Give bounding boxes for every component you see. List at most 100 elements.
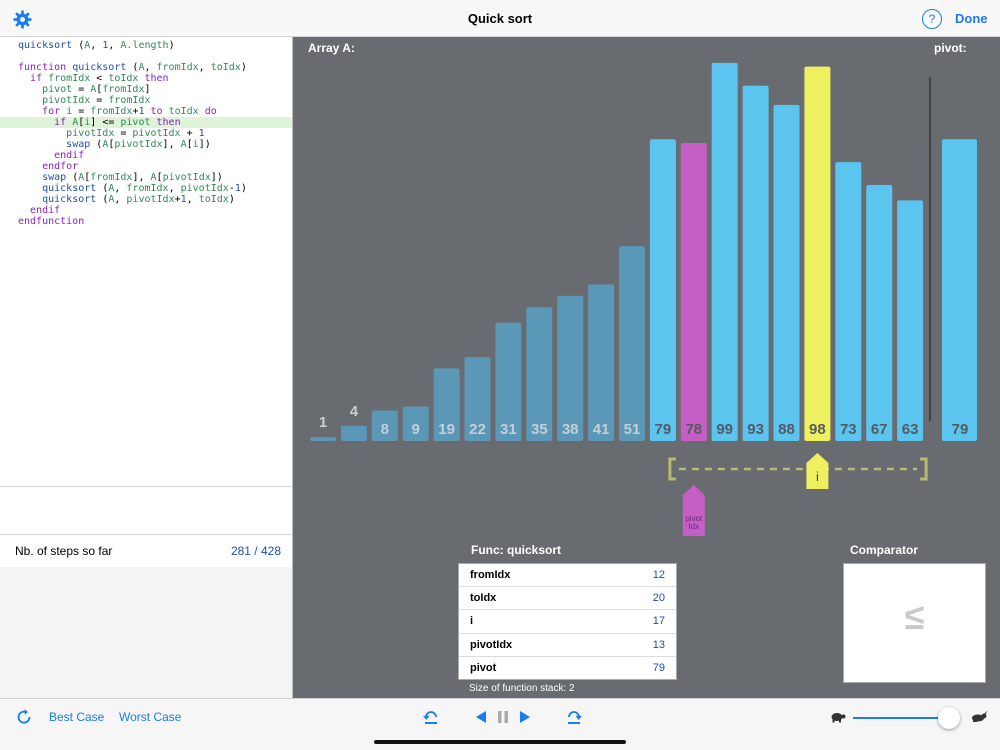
code-token: + — [186, 128, 199, 139]
code-token: = — [78, 84, 91, 95]
code-token: endif — [54, 150, 85, 161]
code-token: if — [30, 73, 49, 84]
array-bar — [619, 246, 645, 441]
visualization-area: Array A: pivot: i pivot Idx 1 4 8 9 19 22 31 35 38… — [293, 37, 1000, 698]
refresh-icon[interactable] — [15, 708, 33, 726]
code-line: swap (A[pivotIdx], A[i]) — [0, 139, 292, 150]
code-token: fromIdx — [90, 106, 133, 117]
array-bar — [866, 185, 893, 441]
code-token: ], — [162, 139, 181, 150]
bar-value: 1 — [318, 414, 328, 432]
pivot-bar — [942, 139, 977, 441]
variable-row: pivot 79 — [459, 657, 676, 680]
variable-value: 20 — [652, 592, 665, 605]
code-token: ]) — [198, 139, 211, 150]
bar-value: 51 — [623, 421, 641, 438]
pivot-idx-marker-label: Idx — [688, 522, 699, 531]
array-bar — [340, 425, 367, 441]
stack-size-label: Size of function stack: 2 — [469, 683, 575, 694]
code-token: quicksort — [18, 40, 79, 51]
comparator-symbol: ≤ — [904, 596, 925, 637]
array-bar — [804, 66, 831, 441]
code-token: ) — [228, 194, 235, 205]
rabbit-icon — [972, 710, 988, 722]
code-token: pivotIdx — [42, 95, 97, 106]
code-token: function — [18, 62, 73, 73]
bar-value: 8 — [380, 421, 389, 438]
code-token: pivot — [42, 84, 79, 95]
code-token: fromIdx — [48, 73, 97, 84]
play-icon[interactable] — [519, 710, 531, 724]
code-token: ) — [168, 40, 175, 51]
function-variables-table: fromIdx 12 toIdx 20 i 17 pivotIdx 13 pivot 79 — [458, 563, 677, 680]
worst-case-button[interactable]: Worst Case — [119, 710, 181, 724]
done-button[interactable]: Done — [955, 11, 988, 26]
code-line: quicksort (A, fromIdx, pivotIdx-1) — [0, 183, 292, 194]
code-line: pivotIdx = pivotIdx + 1 — [0, 128, 292, 139]
code-token: , — [186, 194, 199, 205]
bottom-toolbar: Best Case Worst Case — [0, 698, 1000, 750]
empty-panel — [0, 567, 292, 698]
code-token: quicksort — [42, 183, 103, 194]
variable-value: 12 — [652, 569, 665, 581]
turtle-icon — [831, 713, 846, 723]
code-token: , — [114, 194, 127, 205]
variable-name: pivotIdx — [470, 638, 513, 651]
undo-step-icon[interactable] — [422, 708, 440, 726]
navigation-bar: Quick sort ? Done — [0, 0, 1000, 37]
code-line: if fromIdx < toIdx then — [0, 73, 292, 84]
bar-value: 99 — [716, 421, 734, 438]
bar-value: 88 — [778, 421, 795, 438]
code-token: quicksort — [42, 194, 103, 205]
bar-value: 98 — [809, 421, 826, 438]
code-line: quicksort (A, pivotIdx+1, toIdx) — [0, 194, 292, 205]
i-marker-label: i — [816, 469, 819, 484]
code-token: fromIdx — [126, 183, 169, 194]
code-token: = — [120, 128, 133, 139]
redo-step-icon[interactable] — [565, 708, 583, 726]
code-token: A.length — [120, 40, 169, 51]
code-token: 1 — [138, 106, 151, 117]
code-token: toIdx — [168, 106, 205, 117]
code-token: swap — [66, 139, 97, 150]
best-case-button[interactable]: Best Case — [49, 710, 104, 724]
bar-value: 79 — [654, 421, 672, 438]
steps-counter: Nb. of steps so far 281 / 428 — [0, 534, 292, 568]
bar-value: 67 — [870, 421, 888, 438]
code-token: pivotIdx — [180, 183, 229, 194]
range-bracket-right — [920, 457, 928, 481]
code-panel: quicksort (A, 1, A.length) function quic… — [0, 37, 293, 698]
bar-value: 9 — [411, 421, 420, 438]
code-token: ]) — [210, 172, 223, 183]
code-token: ) — [240, 62, 247, 73]
page-title: Quick sort — [467, 11, 533, 26]
speed-slider-thumb[interactable] — [938, 707, 960, 729]
variable-name: pivot — [470, 661, 497, 674]
code-token: pivot — [120, 117, 157, 128]
range-bracket-left — [668, 457, 676, 481]
variable-value: 13 — [652, 638, 665, 651]
code-token: do — [204, 106, 217, 117]
speed-slider-track[interactable] — [853, 717, 948, 719]
code-token: , — [144, 62, 157, 73]
code-token: fromIdx — [90, 172, 133, 183]
bar-value: 63 — [901, 421, 919, 438]
code-token: toIdx — [210, 62, 241, 73]
code-token: ], — [132, 172, 151, 183]
question-mark-circle-icon[interactable]: ? — [922, 9, 942, 29]
array-bar — [711, 62, 738, 441]
code-token: ) — [240, 183, 247, 194]
code-token: , — [108, 40, 121, 51]
pause-icon[interactable] — [497, 710, 509, 724]
play-backward-icon[interactable] — [475, 710, 487, 724]
function-title: Func: quicksort — [471, 543, 562, 557]
